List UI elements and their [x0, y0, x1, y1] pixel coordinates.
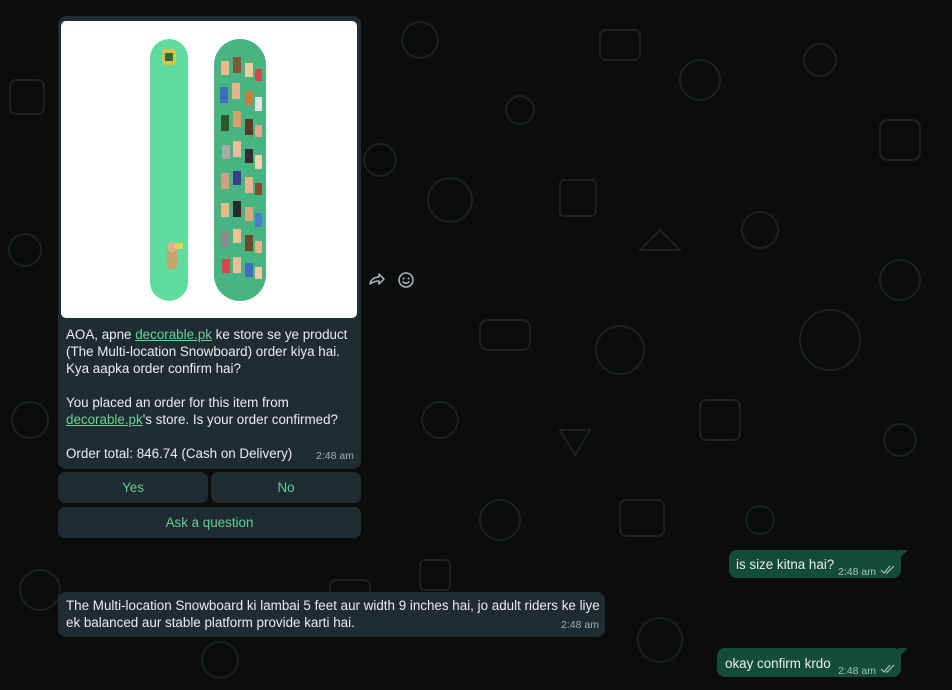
outgoing-message: is size kitna hai? 2:48 am — [729, 550, 901, 578]
quick-reply-yes-button[interactable]: Yes — [58, 472, 208, 503]
message-timestamp: 2:48 am — [838, 665, 876, 677]
incoming-message-line1: The Multi-location Snowboard ki lambai 5… — [66, 598, 600, 613]
message-timestamp: 2:48 am — [561, 619, 599, 631]
incoming-message: The Multi-location Snowboard ki lambai 5… — [58, 592, 605, 637]
product-message-line4: You placed an order for this item from — [66, 395, 289, 410]
outgoing-message-text: is size kitna hai? — [736, 557, 835, 572]
product-message-bubble: AOA, apne decorable.pk ke store se ye pr… — [58, 16, 361, 469]
incoming-message-line2: ek balanced aur stable platform provide … — [66, 615, 355, 630]
message-timestamp: 2:48 am — [838, 566, 876, 578]
product-message-line2: (The Multi-location Snowboard) order kiy… — [66, 344, 340, 359]
store-link-2[interactable]: decorable.pk — [66, 412, 143, 427]
product-message-text: AOA, apne decorable.pk ke store se ye pr… — [66, 326, 356, 462]
read-receipt-icon — [880, 565, 895, 574]
product-message-line3: Kya aapka order confirm hai? — [66, 361, 241, 376]
quick-reply-no-button[interactable]: No — [211, 472, 361, 503]
outgoing-message: okay confirm krdo 2:48 am — [717, 648, 901, 677]
product-image[interactable] — [61, 21, 357, 318]
forward-icon[interactable] — [368, 272, 386, 288]
store-link[interactable]: decorable.pk — [135, 327, 212, 342]
bubble-tail — [898, 648, 908, 658]
ask-question-button[interactable]: Ask a question — [58, 507, 361, 538]
read-receipt-icon — [880, 664, 895, 673]
message-timestamp: 2:48 am — [316, 450, 354, 462]
bubble-tail — [898, 550, 908, 560]
snowboard-illustration — [150, 39, 266, 301]
order-total: Order total: 846.74 (Cash on Delivery) — [66, 446, 293, 461]
emoji-react-icon[interactable] — [397, 271, 415, 289]
outgoing-message-text: okay confirm krdo — [725, 656, 831, 671]
